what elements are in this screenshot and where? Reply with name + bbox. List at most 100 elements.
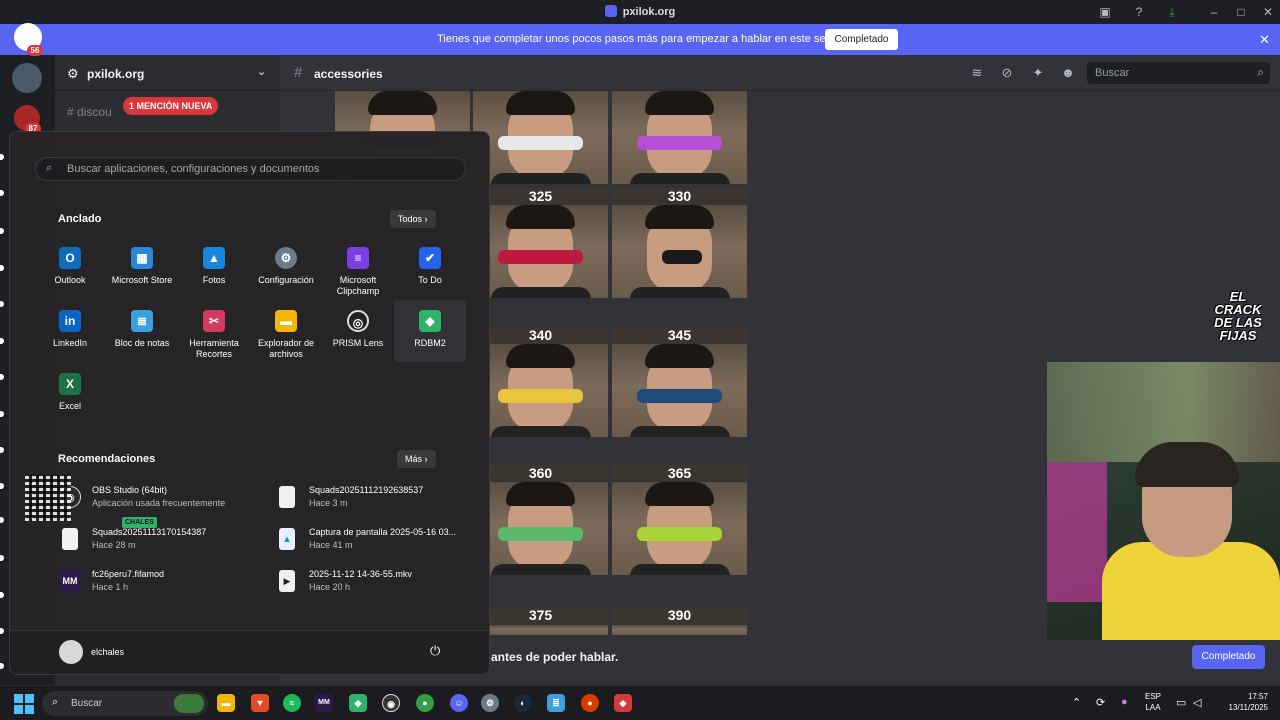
video-file-icon: ▶ [279, 570, 295, 592]
complete-button[interactable]: Completado [1192, 645, 1265, 669]
more-button[interactable]: Más › [397, 450, 436, 468]
sync-icon[interactable]: ⟳ [1096, 696, 1105, 709]
pinned-app-settings[interactable]: ⚙ Configuración [250, 247, 322, 307]
language-indicator[interactable]: ESP LAA [1145, 691, 1161, 713]
start-search-box[interactable]: ⌕ [35, 157, 466, 181]
pinned-app-outlook[interactable]: O Outlook [34, 247, 106, 307]
pinned-app-store[interactable]: ▦ Microsoft Store [106, 247, 178, 307]
discord-icon[interactable]: ☺ [450, 694, 468, 712]
pinned-app-explorer[interactable]: ▬ Explorador de archivos [250, 310, 322, 370]
notice-complete-button[interactable]: Completado [825, 29, 898, 50]
spotify-icon[interactable]: ≈ [283, 694, 301, 712]
todo-icon: ✔ [419, 247, 441, 269]
microphone-icon[interactable]: ● [1121, 696, 1128, 708]
product-image[interactable] [612, 344, 747, 437]
rail-indicator [0, 265, 4, 271]
pinned-app-notepad[interactable]: ≣ Bloc de notas [106, 310, 178, 370]
recommendation-item[interactable]: Squads20251113170154387 Hace 28 m [59, 526, 259, 558]
server-header[interactable]: ⚙ pxilok.org ⌄ [55, 55, 280, 91]
pinned-app-linkedin[interactable]: in LinkedIn [34, 310, 106, 370]
excel-icon: X [59, 373, 81, 395]
product-image[interactable] [612, 91, 747, 184]
pinned-app-rdbm2[interactable]: ◆ RDBM2 [394, 300, 466, 362]
server-name: pxilok.org [87, 67, 145, 81]
close-button[interactable]: ✕ [1260, 4, 1276, 20]
search-icon: ⌕ [46, 162, 53, 174]
all-apps-button[interactable]: Todos › [390, 210, 436, 228]
prism-icon: ◎ [347, 310, 369, 332]
store-icon: ▦ [131, 247, 153, 269]
chrome-icon[interactable]: ● [416, 694, 434, 712]
product-image[interactable] [473, 482, 608, 575]
notepad-icon[interactable]: ≣ [547, 694, 565, 712]
rail-indicator [0, 447, 4, 453]
brave-icon[interactable]: ▼ [251, 694, 269, 712]
folder-icon[interactable]: ▬ [217, 694, 235, 712]
stream-watermark-logo: EL CRACK DE LAS FIJAS [1214, 289, 1262, 343]
pin-icon[interactable]: ✦ [1030, 65, 1046, 81]
mm-icon[interactable]: MM [315, 694, 333, 712]
notice-close-icon[interactable]: ✕ [1259, 32, 1270, 48]
product-image[interactable] [612, 205, 747, 298]
channel-title: accessories [314, 67, 383, 81]
price-label: 375 [473, 607, 608, 623]
rail-indicator [0, 555, 4, 561]
recommendation-item[interactable]: Squads20251112192638537 Hace 3 m [276, 484, 476, 516]
game-icon[interactable]: ● [581, 694, 599, 712]
members-icon[interactable]: ☻ [1060, 65, 1076, 81]
product-image[interactable] [473, 344, 608, 437]
tray-chevron-up-icon[interactable]: ⌃ [1072, 696, 1081, 709]
network-icon[interactable]: ▭ [1176, 696, 1186, 709]
screen-share-icon[interactable]: ▣ [1097, 4, 1113, 20]
product-image[interactable] [612, 482, 747, 575]
search-input[interactable]: Buscar ⌕ [1087, 62, 1270, 84]
price-label: 365 [612, 465, 747, 481]
product-image[interactable] [612, 625, 747, 635]
pinned-app-photos[interactable]: ▲ Fotos [178, 247, 250, 307]
download-icon[interactable]: ⤓ [1164, 4, 1180, 20]
notifications-off-icon[interactable]: ⊘ [999, 65, 1015, 81]
help-icon[interactable]: ? [1131, 4, 1147, 20]
new-mention-pill[interactable]: 1 MENCIÓN NUEVA [123, 97, 219, 115]
webcam-overlay [1047, 362, 1280, 640]
pinned-app-todo[interactable]: ✔ To Do [394, 247, 466, 307]
server-icon[interactable] [12, 63, 42, 93]
obs-icon[interactable]: ◉ [382, 694, 400, 712]
windows-start-button[interactable] [14, 694, 34, 714]
clock[interactable]: 17:57 13/11/2025 [1214, 691, 1268, 713]
product-image[interactable] [473, 625, 608, 635]
minimize-button[interactable]: – [1206, 4, 1222, 20]
pinned-title: Anclado [58, 213, 102, 225]
threads-icon[interactable]: ≋ [969, 65, 985, 81]
rail-indicator [0, 592, 4, 598]
maximize-button[interactable]: □ [1233, 4, 1249, 20]
rail-indicator [0, 301, 4, 307]
user-avatar[interactable] [59, 640, 83, 664]
channel-item[interactable]: # discou [67, 105, 112, 119]
recommendation-item[interactable]: ▶ 2025-11-12 14-36-55.mkv Hace 20 h [276, 568, 476, 600]
pinned-app-prism[interactable]: ◎ PRISM Lens [322, 310, 394, 370]
user-name[interactable]: elchales [91, 647, 124, 657]
recommendation-item[interactable]: ◉OBS Studio (64bit)Aplicación usada frec… [59, 484, 259, 516]
clipchamp-icon: ≡ [347, 247, 369, 269]
power-icon[interactable]: ⏻ [430, 643, 440, 659]
taskbar-search[interactable]: ⌕ Buscar [42, 691, 208, 716]
volume-icon[interactable]: ◁ [1193, 696, 1201, 709]
start-search-input[interactable] [67, 160, 447, 178]
pinned-app-excel[interactable]: X Excel [34, 373, 106, 433]
recommendation-item[interactable]: ▴ Captura de pantalla 2025-05-16 03... Hac… [276, 526, 476, 558]
rail-indicator [0, 483, 4, 489]
product-image[interactable] [473, 205, 608, 298]
settings-icon[interactable]: ⚙ [481, 694, 499, 712]
window-title: pxilok.org [0, 5, 1280, 18]
anydesk-icon[interactable]: ◆ [614, 694, 632, 712]
rdbm-icon[interactable]: ◆ [349, 694, 367, 712]
pinned-app-clipchamp[interactable]: ≡ Microsoft Clipchamp [322, 247, 394, 307]
start-menu-footer: elchales ⏻ [10, 630, 489, 674]
product-image[interactable] [473, 91, 608, 184]
rail-indicator [0, 411, 4, 417]
steam-icon[interactable]: ◐ [514, 694, 532, 712]
price-label: 340 [473, 327, 608, 343]
recommendation-item[interactable]: MM fc26peru7.fifamod Hace 1 h [59, 568, 259, 600]
pinned-app-snipping[interactable]: ✂ Herramienta Recortes [178, 310, 250, 370]
